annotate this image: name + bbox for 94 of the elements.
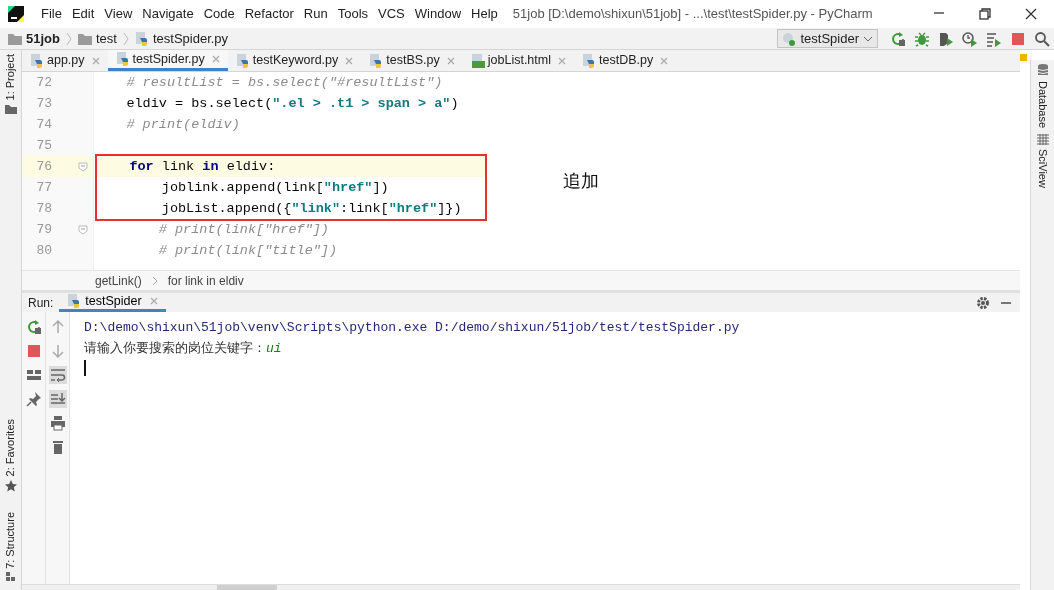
editor-tab[interactable]: testDB.py [574, 50, 677, 71]
coverage-icon[interactable] [938, 30, 954, 47]
line-number: 74 [35, 115, 52, 134]
star-icon [4, 479, 17, 492]
tool-window-tab[interactable]: 7: Structure [2, 511, 19, 569]
chevron-icon [121, 31, 130, 46]
editor-tab[interactable]: jobList.html [462, 50, 574, 71]
tool-window-tab[interactable]: 2: Favorites [2, 419, 19, 477]
editor-tab[interactable]: testSpider.py [107, 50, 228, 71]
python-file-icon [30, 53, 44, 68]
tool-window-tab[interactable]: Database [1034, 80, 1051, 128]
pin-icon[interactable] [25, 391, 42, 407]
menu-item[interactable]: VCS [373, 4, 410, 24]
line-number: 75 [35, 136, 52, 155]
breadcrumb-item[interactable]: getLink() [95, 271, 142, 290]
typed-input-text: ui [266, 341, 282, 356]
code-line: # print(link["href"]) [157, 221, 330, 239]
app-logo-icon[interactable] [8, 6, 24, 22]
menu-item[interactable]: Help [466, 4, 503, 24]
menu-item[interactable]: Window [409, 4, 467, 24]
grid-icon [1036, 134, 1049, 147]
menu-item[interactable]: View [99, 4, 138, 24]
breadcrumb-item[interactable]: 51job [8, 28, 60, 49]
layout-icon[interactable] [25, 367, 42, 383]
menu-item[interactable]: Tools [332, 4, 374, 24]
line-number: 72 [35, 73, 52, 92]
line-number: 78 [35, 199, 52, 218]
run-tab[interactable]: testSpider [59, 293, 166, 312]
menu-item[interactable]: Edit [66, 4, 100, 24]
console-prompt: 请输入你要搜索的岗位关键字： [84, 340, 266, 355]
fold-marker-icon[interactable] [78, 162, 88, 173]
tool-window-tab[interactable]: SciView [1034, 149, 1051, 189]
python-file-icon [115, 52, 130, 66]
database-icon [1036, 63, 1049, 78]
text-cursor [84, 359, 86, 376]
bug-icon[interactable] [914, 30, 930, 47]
menu-item[interactable]: File [36, 4, 67, 24]
structure-icon [5, 572, 16, 582]
soft-wrap-icon[interactable] [49, 367, 66, 383]
html-file-icon [470, 53, 485, 68]
console-output: D:\demo\shixun\51job\venv\Scripts\python.exe D:/demo/shixun/51job/test/testSpider.py [84, 320, 740, 335]
fold-marker-icon[interactable] [78, 225, 88, 236]
rerun-icon[interactable] [890, 30, 906, 47]
code-line: joblink.append(link["href"]) [160, 179, 390, 197]
python-file-icon [134, 31, 149, 46]
breadcrumb-item[interactable]: for link in eldiv [167, 271, 244, 290]
stop-icon[interactable] [25, 343, 42, 359]
breadcrumb-item[interactable]: testSpider.py [134, 28, 229, 49]
editor-tab[interactable]: app.py [22, 50, 108, 71]
python-file-icon [235, 53, 250, 68]
python-file-icon [369, 53, 384, 68]
code-line: # print(link["title"]) [157, 242, 339, 260]
line-number: 77 [35, 178, 52, 197]
folder-icon [77, 32, 92, 45]
panel-label: Run: [27, 294, 55, 312]
python-file-icon [67, 294, 82, 308]
code-line: # print(eldiv) [125, 116, 241, 134]
annotation-text: 追加 [563, 170, 599, 193]
code-line: jobList.append({"link":link["href"]}) [160, 200, 463, 218]
python-run-icon [782, 31, 797, 46]
search-icon[interactable] [1034, 30, 1050, 47]
editor-tab[interactable]: testKeyword.py [227, 50, 362, 71]
tool-window-tab[interactable]: 1: Project [2, 54, 19, 101]
chevron-icon [64, 31, 73, 46]
stop-icon[interactable] [1010, 30, 1026, 47]
folder-icon [4, 103, 17, 114]
editor-tab[interactable]: testBS.py [361, 50, 463, 71]
menu-item[interactable]: Refactor [239, 4, 299, 24]
restore-icon[interactable] [978, 7, 992, 21]
line-number: 73 [35, 94, 52, 113]
folder-icon [8, 32, 22, 45]
menu-item[interactable]: Navigate [137, 4, 199, 24]
run-configuration-dropdown[interactable]: testSpider [777, 29, 878, 48]
close-icon[interactable] [1024, 7, 1038, 21]
caret-icon [863, 34, 873, 43]
code-line: eldiv = bs.select(".el > .t1 > span > a") [125, 95, 460, 113]
line-number: 79 [35, 220, 52, 239]
window-title: 51job [D:\demo\shixun\51job] - ...\test\testSpider.py - PyCharm [512, 5, 873, 24]
settings-icon[interactable] [976, 295, 990, 310]
menu-item[interactable]: Run [298, 4, 333, 24]
python-file-icon [582, 53, 596, 68]
line-number: 76 [35, 157, 52, 176]
printer-icon[interactable] [49, 415, 66, 431]
breadcrumb-item[interactable]: test [77, 28, 117, 49]
run-list-icon[interactable] [986, 30, 1002, 47]
profiler-icon[interactable] [962, 30, 978, 47]
code-line: # resultList = bs.select("#resultList") [125, 74, 444, 92]
menu-item[interactable]: Code [198, 4, 240, 24]
down-arrow-icon[interactable] [49, 343, 66, 359]
chevron-icon [151, 275, 158, 286]
rerun-icon[interactable] [25, 319, 42, 335]
scroll-to-end-icon[interactable] [49, 391, 66, 407]
line-number: 80 [35, 241, 52, 260]
scrollbar-thumb[interactable] [217, 585, 277, 590]
